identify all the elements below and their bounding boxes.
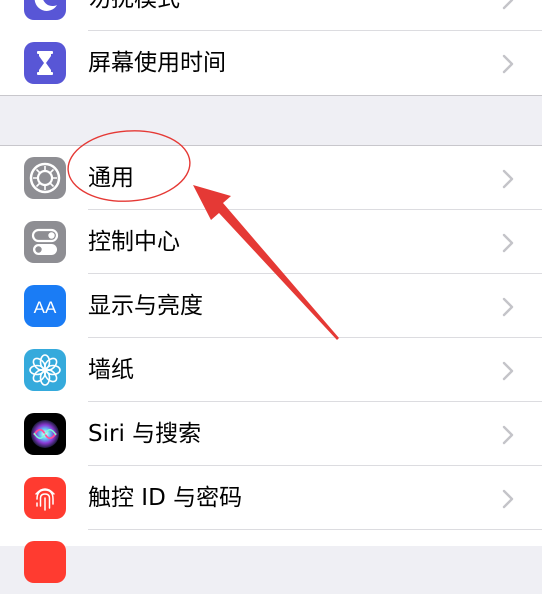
- gear-icon: [24, 157, 66, 199]
- hourglass-icon: [24, 42, 66, 84]
- row-siri-search[interactable]: Siri 与搜索: [0, 402, 542, 466]
- row-do-not-disturb[interactable]: 勿扰模式: [0, 0, 542, 31]
- row-label: 墙纸: [88, 357, 134, 383]
- fingerprint-icon: [24, 477, 66, 519]
- row-general[interactable]: 通用: [0, 146, 542, 210]
- row-touch-id-passcode[interactable]: 触控 ID 与密码: [0, 466, 542, 530]
- row-display-brightness[interactable]: AA 显示与亮度: [0, 274, 542, 338]
- flower-icon: [24, 349, 66, 391]
- chevron-right-icon: [502, 297, 514, 317]
- row-label: 勿扰模式: [88, 0, 180, 31]
- group-edge: [0, 95, 542, 96]
- chevron-right-icon: [502, 361, 514, 381]
- siri-icon: [24, 413, 66, 455]
- chevron-right-icon: [502, 489, 514, 509]
- moon-icon: [24, 0, 66, 20]
- row-label: 通用: [88, 165, 134, 191]
- chevron-right-icon: [502, 169, 514, 189]
- row-label: 控制中心: [88, 229, 180, 255]
- row-label: 显示与亮度: [88, 293, 203, 319]
- row-partial-next[interactable]: [0, 530, 542, 594]
- settings-group-main: 通用 控制中心 AA 显示与亮度 墙纸 Siri 与搜索 触控 ID 与密码: [0, 146, 542, 583]
- row-label: Siri 与搜索: [88, 421, 202, 447]
- row-control-center[interactable]: 控制中心: [0, 210, 542, 274]
- chevron-right-icon: [502, 54, 514, 74]
- chevron-right-icon: [502, 425, 514, 445]
- text-size-glyph: AA: [34, 298, 57, 317]
- text-size-icon: AA: [24, 285, 66, 327]
- row-label: 触控 ID 与密码: [88, 485, 243, 511]
- row-label: 屏幕使用时间: [88, 50, 226, 76]
- row-wallpaper[interactable]: 墙纸: [0, 338, 542, 402]
- toggles-icon: [24, 221, 66, 263]
- settings-group-top: 勿扰模式 屏幕使用时间: [0, 0, 542, 95]
- row-screen-time[interactable]: 屏幕使用时间: [0, 31, 542, 95]
- chevron-right-icon: [502, 233, 514, 253]
- chevron-right-icon: [502, 0, 514, 10]
- partial-red-icon: [24, 541, 66, 583]
